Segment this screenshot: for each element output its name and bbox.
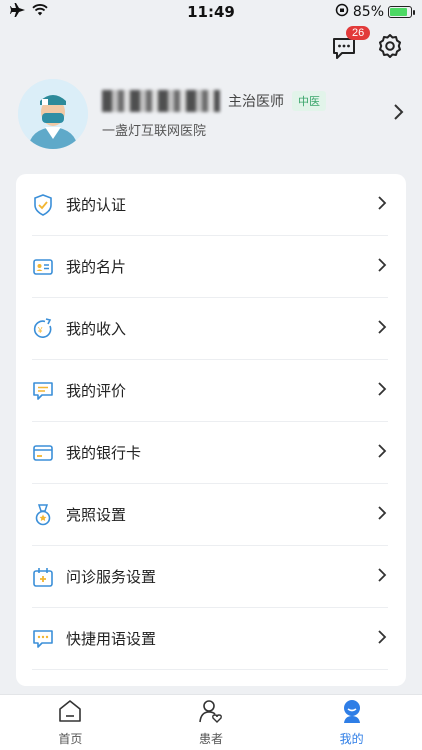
menu-item-business-card[interactable]: 我的名片 [32,236,388,298]
quick-phrase-icon [32,628,54,650]
shield-check-icon [32,193,54,216]
orientation-lock-icon [335,3,349,21]
tab-patients[interactable]: 患者 [166,698,256,747]
airplane-icon [10,3,26,21]
profile-header[interactable]: 主治医师 中医 一盏灯互联网医院 [18,76,408,152]
menu-card: 我的认证 我的名片 ¥ 我的收入 我的评价 我的银行卡 亮照设置 问诊服务设置 … [16,174,406,686]
menu-item-reviews[interactable]: 我的评价 [32,360,388,422]
menu-item-quick-phrase-settings[interactable]: 快捷用语设置 [32,608,388,670]
header-actions: 26 [330,26,404,64]
battery-icon [388,6,415,18]
menu-label: 亮照设置 [66,506,127,524]
menu-item-consult-service-settings[interactable]: 问诊服务设置 [32,546,388,608]
chevron-right-icon [376,195,388,215]
message-button[interactable]: 26 [330,26,371,62]
wifi-icon [32,4,48,20]
menu-label: 我的银行卡 [66,444,142,462]
tab-label: 我的 [339,732,364,746]
menu-label: 我的评价 [66,382,127,400]
profile-info: 主治医师 中医 一盏灯互联网医院 [102,89,392,139]
battery-fill [390,8,407,16]
doctor-title: 主治医师 [228,93,284,110]
chevron-right-icon [376,319,388,339]
menu-label: 问诊服务设置 [66,568,157,586]
service-calendar-icon [32,566,54,588]
menu-item-bank-card[interactable]: 我的银行卡 [32,422,388,484]
menu-label: 我的收入 [66,320,127,338]
message-badge: 26 [346,26,371,40]
battery-percent: 85% [352,4,384,20]
menu-label: 我的认证 [66,196,127,214]
tab-mine[interactable]: 我的 [307,698,397,747]
menu-label: 快捷用语设置 [66,630,157,648]
comment-icon [32,380,54,402]
status-right: 85% [292,3,415,21]
tab-home[interactable]: 首页 [25,698,115,747]
income-icon: ¥ [32,317,54,340]
doctor-name-redacted [102,89,220,112]
chevron-right-icon [376,381,388,401]
home-icon [57,698,83,727]
menu-item-income[interactable]: ¥ 我的收入 [32,298,388,360]
chevron-right-icon [376,629,388,649]
status-left [10,3,130,21]
tab-label: 首页 [58,732,83,746]
menu-item-certification[interactable]: 我的认证 [32,174,388,236]
hospital-name: 一盏灯互联网医院 [102,123,207,139]
tab-label: 患者 [198,732,223,746]
chevron-right-icon [376,257,388,277]
id-card-icon [32,256,54,278]
chevron-right-icon [376,505,388,525]
gear-icon[interactable] [376,32,404,64]
avatar [18,79,88,149]
status-bar: 11:49 85% [0,0,422,24]
bottom-tab-bar: 首页 患者 我的 [0,694,422,750]
chevron-right-icon [376,567,388,587]
status-time: 11:49 [187,3,235,21]
patient-icon [198,698,224,727]
svg-text:¥: ¥ [37,326,43,335]
doctor-avatar-icon [18,79,88,149]
menu-label: 我的名片 [66,258,127,276]
message-icon [330,38,358,66]
chevron-right-icon [392,102,404,127]
bank-card-icon [32,442,54,464]
profile-icon [339,698,365,727]
menu-item-license-display[interactable]: 亮照设置 [32,484,388,546]
chevron-right-icon [376,443,388,463]
name-row: 主治医师 中医 [102,89,392,112]
medal-icon [32,503,54,526]
specialty-tag: 中医 [292,90,326,111]
